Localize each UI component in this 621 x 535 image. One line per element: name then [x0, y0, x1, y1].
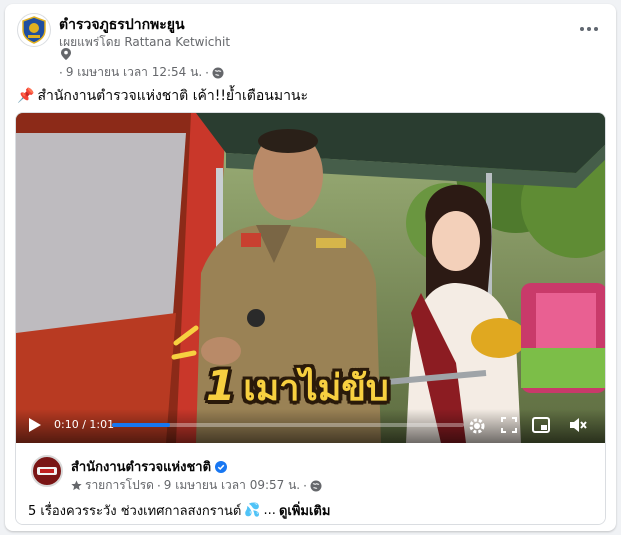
more-button[interactable]: [576, 18, 602, 40]
page-avatar[interactable]: [17, 13, 51, 47]
meta-separator: ·: [59, 65, 63, 80]
location-pin-icon: [61, 48, 71, 60]
publisher-label: เผยแพร่โดย Rattana Ketwichit: [59, 35, 231, 49]
star-icon: [71, 480, 82, 491]
meta-separator: ·: [205, 65, 209, 80]
post-meta: · 9 เมษายน เวลา 12:54 น. ·: [59, 63, 224, 82]
shared-post[interactable]: 1 เมาไม่ขับ 0:10 / 1:01 สำนักงานตำรวจแห่…: [15, 112, 606, 525]
globe-icon[interactable]: [310, 480, 322, 492]
caption-text: เมาไม่ขับ: [243, 368, 389, 409]
meta-separator: ·: [303, 478, 307, 493]
play-icon[interactable]: [28, 417, 42, 433]
shared-page-name-text[interactable]: สำนักงานตำรวจแห่งชาติ: [71, 456, 211, 477]
caption-number: 1: [206, 361, 236, 410]
shared-meta: รายการโปรด · 9 เมษายน เวลา 09:57 น. ·: [71, 476, 322, 495]
pin-emoji: 📌: [17, 88, 35, 104]
shared-text: 5 เรื่องควรระวัง ช่วงเทศกาลสงกรานต์ 💦...…: [28, 500, 330, 521]
shared-body: 5 เรื่องควรระวัง ช่วงเทศกาลสงกรานต์: [28, 504, 242, 519]
picture-in-picture-icon[interactable]: [532, 417, 550, 433]
video-caption: 1 เมาไม่ขับ: [206, 359, 389, 416]
progress-fill: [112, 423, 170, 427]
more-icon-dot: [594, 27, 598, 31]
globe-icon[interactable]: [212, 67, 224, 79]
verified-badge-icon: [215, 460, 228, 473]
video-player[interactable]: 1 เมาไม่ขับ 0:10 / 1:01: [16, 113, 605, 443]
shared-footer: สำนักงานตำรวจแห่งชาติ รายการโปรด · 9 เมษ…: [16, 443, 605, 524]
police-emblem-icon: [22, 16, 46, 44]
shared-date[interactable]: 9 เมษายน เวลา 09:57 น.: [164, 476, 300, 495]
more-icon-dot: [587, 27, 591, 31]
see-more-link[interactable]: ดูเพิ่มเติม: [279, 500, 330, 521]
post-date[interactable]: 9 เมษายน เวลา 12:54 น.: [66, 63, 202, 82]
fullscreen-icon[interactable]: [501, 417, 517, 433]
ellipsis: ...: [263, 503, 276, 518]
volume-icon[interactable]: [569, 417, 587, 433]
audience-label: รายการโปรด: [85, 478, 154, 492]
meta-separator: ·: [156, 478, 161, 493]
post-text: 📌 สำนักงานตำรวจแห่งชาติ เค้า!!ย้ำเตือนมา…: [17, 85, 308, 107]
droplets-emoji: 💦: [244, 503, 261, 518]
shared-page-name[interactable]: สำนักงานตำรวจแห่งชาติ: [71, 456, 228, 477]
video-time: 0:10 / 1:01: [54, 418, 115, 431]
settings-icon[interactable]: [468, 417, 486, 435]
progress-bar[interactable]: [112, 423, 464, 427]
police-logo-icon: [37, 467, 57, 475]
shared-page-avatar[interactable]: [31, 455, 63, 487]
video-controls: 0:10 / 1:01: [16, 409, 605, 443]
more-icon-dot: [580, 27, 584, 31]
post-card: ตำรวจภูธรปากพะยูน เผยแพร่โดย Rattana Ket…: [5, 4, 616, 531]
post-body: สำนักงานตำรวจแห่งชาติ เค้า!!ย้ำเตือนมานะ: [37, 88, 309, 104]
